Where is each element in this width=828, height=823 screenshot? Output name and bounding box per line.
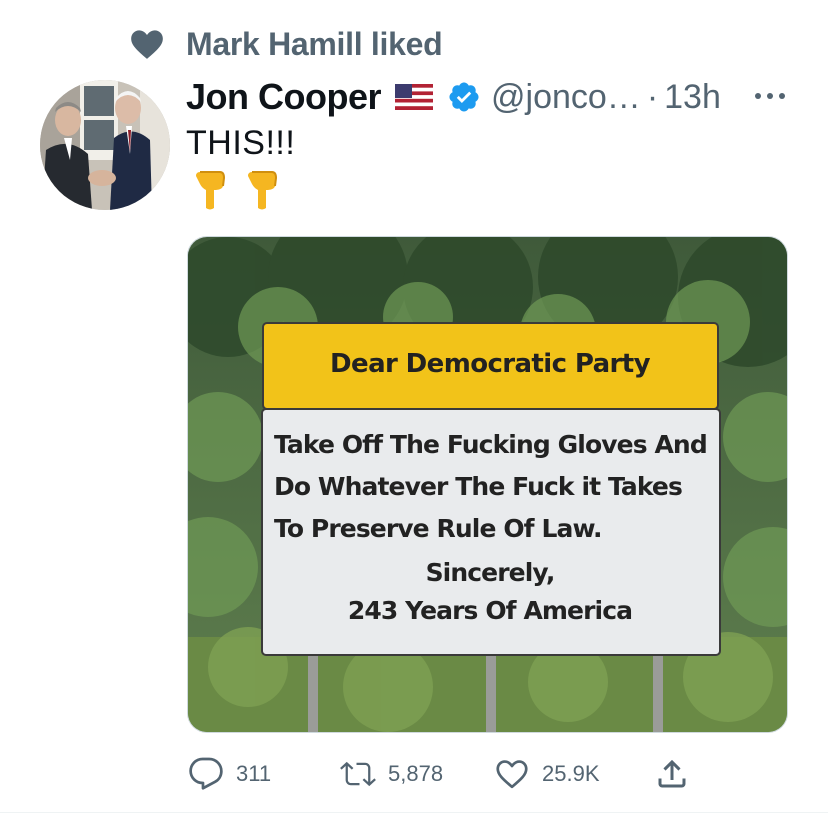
retweet-button[interactable]: 5,878 [340,752,443,796]
emoji-row [192,168,280,210]
sign-signature: 243 Years Of America [347,596,633,625]
sign-header-text: Dear Democratic Party [330,349,650,379]
pointing-down-emoji-icon [196,171,226,210]
retweet-count: 5,878 [388,761,444,786]
verified-badge-icon[interactable] [447,80,481,114]
us-flag-icon [395,84,434,110]
share-icon [658,759,686,788]
reply-icon [189,757,223,790]
sign-line: Do Whatever The Fuck it Takes [274,472,683,501]
heart-icon [131,30,163,59]
like-heart-icon [496,760,528,789]
pointing-down-emoji-icon [248,171,278,210]
tweet-timestamp[interactable]: 13h [664,78,721,117]
avatar[interactable] [40,80,170,210]
like-button[interactable]: 25.9K [494,752,600,796]
sign-closing: Sincerely, [425,558,556,587]
more-options-icon[interactable] [750,84,790,108]
share-button[interactable] [654,752,690,796]
separator-dot: · [646,77,659,116]
sign-line: Take Off The Fucking Gloves And [274,430,708,459]
social-context[interactable]: Mark Hamill liked [128,22,443,66]
retweet-icon [340,761,376,787]
tweet-header: Jon Cooper @jonco… · 13h [186,74,721,120]
sign-body: Take Off The Fucking Gloves And Do Whate… [262,410,718,650]
sign-line: To Preserve Rule Of Law. [274,514,603,543]
reply-count: 311 [236,761,272,786]
tweet-text: THIS!!! [186,124,296,162]
social-context-label: Mark Hamill liked [186,25,443,62]
author-name[interactable]: Jon Cooper [186,76,382,118]
avatar-image [40,80,170,210]
like-count: 25.9K [542,761,600,786]
reply-button[interactable]: 311 [188,752,271,796]
tweet-actions: 311 5,878 25.9K [0,752,828,796]
author-handle[interactable]: @jonco… [491,78,641,117]
divider [0,812,828,813]
